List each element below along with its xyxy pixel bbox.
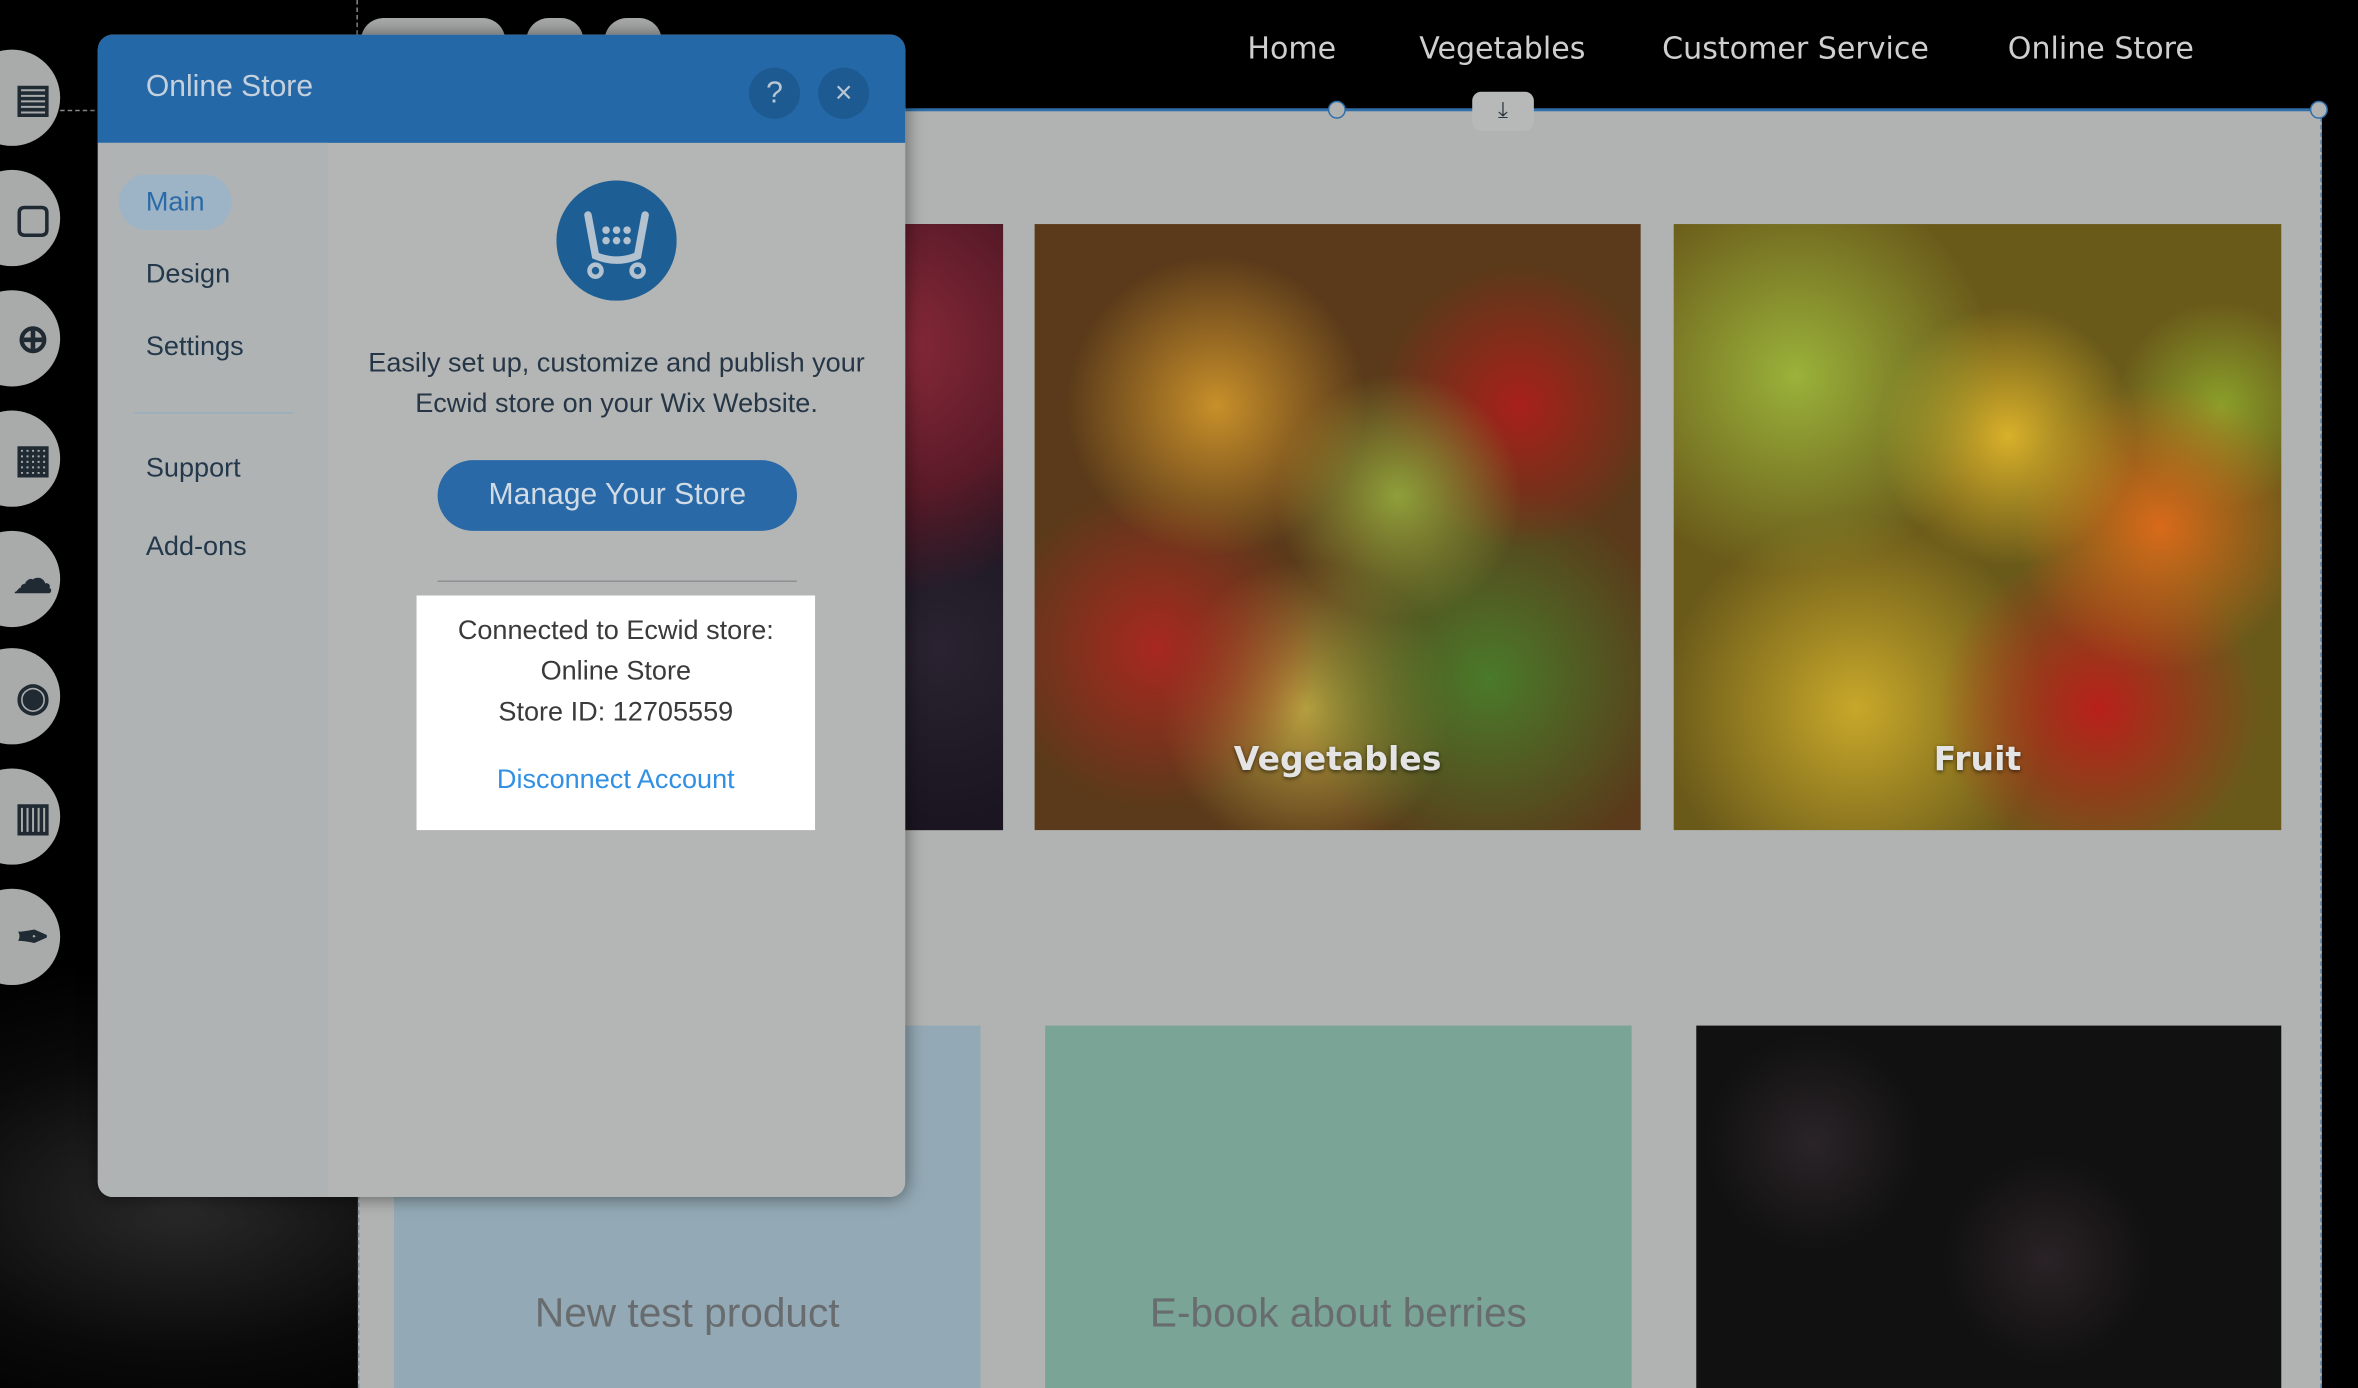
- editor-stage: ▤ ▢ ⊕ ▦ ☁ ◉ ▥ ✒ ⤓ Home Vegetables Custom…: [0, 0, 2358, 1388]
- product-title: New test product: [534, 1290, 840, 1336]
- gallery-label: Fruit: [1933, 741, 2022, 779]
- nav-online-store[interactable]: Online Store: [2008, 30, 2194, 66]
- gallery-item-vegetables[interactable]: Vegetables: [1034, 224, 1641, 831]
- product-tile-berries[interactable]: [1696, 1025, 2282, 1388]
- tab-settings[interactable]: Settings: [146, 331, 244, 363]
- media-icon[interactable]: ◉: [0, 648, 61, 745]
- tab-design[interactable]: Design: [146, 259, 230, 291]
- close-button[interactable]: ×: [818, 67, 870, 119]
- gallery-label: Vegetables: [1233, 741, 1442, 779]
- divider: [437, 580, 798, 582]
- calendar-icon[interactable]: ▥: [0, 768, 61, 865]
- tab-support[interactable]: Support: [146, 453, 241, 485]
- online-store-dialog: Online Store ? × Main Design Settings Su…: [97, 34, 906, 1198]
- ecwid-cart-icon: [556, 180, 677, 301]
- connected-label: Connected to Ecwid store:: [457, 615, 774, 646]
- upload-icon[interactable]: ☁: [0, 530, 61, 628]
- background-icon[interactable]: ▢: [0, 169, 61, 267]
- dialog-description: Easily set up, customize and publish you…: [368, 347, 865, 419]
- product-title: E-book about berries: [1149, 1290, 1527, 1336]
- download-icon[interactable]: ⤓: [1472, 91, 1534, 131]
- dialog-sidebar: Main Design Settings Support Add-ons: [97, 142, 328, 1198]
- manage-store-button[interactable]: Manage Your Store: [437, 460, 798, 531]
- dialog-title: Online Store: [145, 70, 314, 104]
- resize-handle[interactable]: [2309, 100, 2328, 119]
- nav-home[interactable]: Home: [1247, 30, 1336, 66]
- connection-info-box: Connected to Ecwid store: Online Store S…: [416, 595, 816, 831]
- help-button[interactable]: ?: [748, 67, 801, 119]
- pen-icon[interactable]: ✒: [0, 888, 61, 985]
- store-name: Online Store: [540, 655, 692, 686]
- add-icon[interactable]: ⊕: [0, 290, 61, 387]
- nav-vegetables[interactable]: Vegetables: [1419, 30, 1585, 66]
- store-id: Store ID: 12705559: [498, 696, 734, 727]
- tab-add-ons[interactable]: Add-ons: [146, 531, 247, 563]
- product-tile[interactable]: E-book about berries: [1045, 1025, 1632, 1388]
- gallery-item-fruit[interactable]: Fruit: [1673, 224, 2282, 831]
- menu-divider: [133, 412, 294, 414]
- dialog-header: Online Store ? ×: [97, 34, 906, 143]
- disconnect-account-link[interactable]: Disconnect Account: [417, 759, 816, 800]
- tab-main[interactable]: Main: [118, 174, 232, 231]
- resize-handle[interactable]: [1327, 100, 1346, 119]
- apps-icon[interactable]: ▦: [0, 410, 61, 507]
- pages-icon[interactable]: ▤: [0, 49, 61, 146]
- nav-customer-service[interactable]: Customer Service: [1662, 30, 1929, 66]
